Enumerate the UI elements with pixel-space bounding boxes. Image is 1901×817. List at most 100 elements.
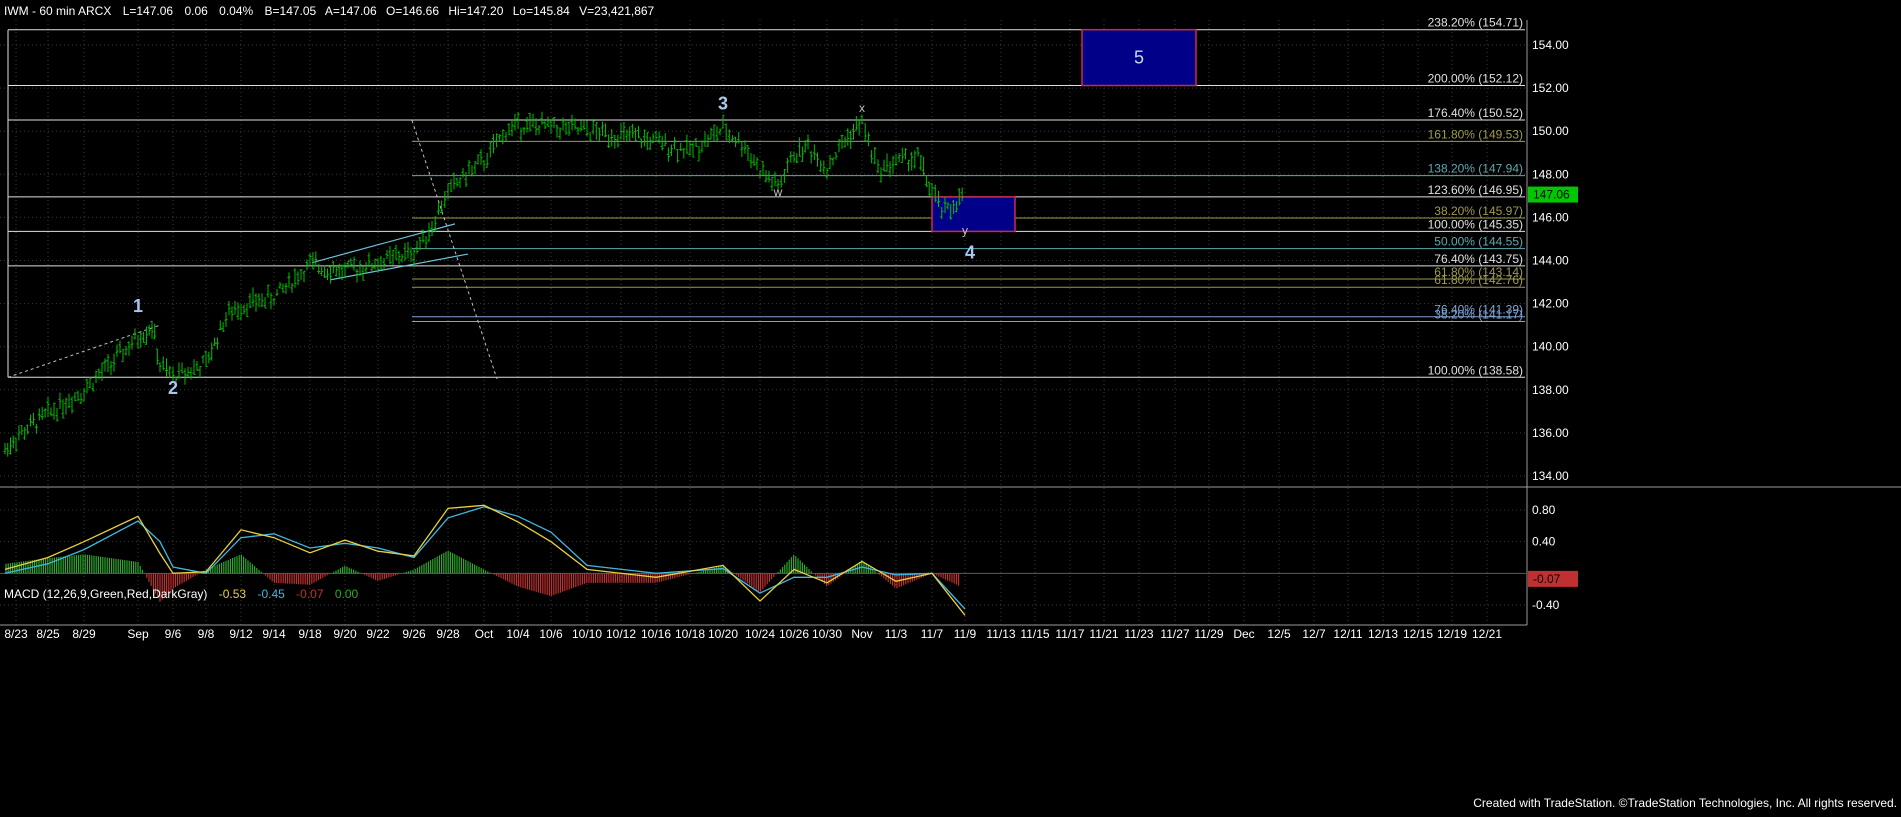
- date-tick-label: 10/6: [539, 627, 563, 641]
- date-tick-label: 11/27: [1160, 627, 1189, 641]
- date-tick-label: 12/21: [1472, 627, 1502, 641]
- header-open-icon: O=: [386, 4, 402, 18]
- date-tick-label: 9/22: [366, 627, 390, 641]
- date-tick-label: 9/12: [229, 627, 253, 641]
- date-tick-label: 12/5: [1267, 627, 1291, 641]
- fib-label: 200.00% (152.12): [1428, 72, 1523, 86]
- fib-label: 76.40% (143.75): [1434, 252, 1523, 266]
- macd-histogram-value: -0.07: [296, 587, 324, 601]
- price-tick-label: 154.00: [1532, 38, 1569, 52]
- date-tick-label: 10/10: [572, 627, 602, 641]
- date-tick-label: 12/11: [1333, 627, 1362, 641]
- date-tick-label: 9/14: [262, 627, 286, 641]
- date-tick-label: Dec: [1233, 627, 1254, 641]
- date-tick-label: 8/29: [72, 627, 96, 641]
- wave-label: x: [859, 101, 865, 115]
- macd-zero-value: 0.00: [335, 587, 359, 601]
- date-tick-label: 9/6: [165, 627, 182, 641]
- date-tick-label: 8/23: [4, 627, 28, 641]
- header-change-pct: 0.04%: [219, 4, 253, 18]
- header-last: L=147.06: [123, 4, 174, 18]
- chart-background: [0, 0, 1901, 812]
- wave-label: w: [773, 185, 783, 199]
- fib-label: 238.20% (154.71): [1428, 16, 1523, 30]
- date-tick-label: 10/24: [745, 627, 775, 641]
- svg-text:IWM - 60 min ARCX L=147.0: IWM - 60 min ARCX L=147.06 0.06 0.04% B=…: [4, 4, 655, 18]
- fib-label: 138.20% (147.94): [1428, 162, 1523, 176]
- fib-label: 38.20% (145.97): [1434, 204, 1523, 218]
- price-tick-label: 148.00: [1532, 167, 1569, 181]
- date-tick-label: Sep: [127, 627, 149, 641]
- header-open: 146.66: [402, 4, 439, 18]
- fib-label: 176.40% (150.52): [1428, 106, 1523, 120]
- date-tick-label: 11/3: [885, 627, 908, 641]
- date-tick-label: Nov: [851, 627, 872, 641]
- wave-label: 2: [168, 378, 178, 398]
- macd-title: MACD (12,26,9,Green,Red,DarkGray): [4, 587, 207, 601]
- date-tick-label: 11/9: [954, 627, 977, 641]
- date-tick-label: Oct: [475, 627, 494, 641]
- wave-label: 4: [965, 242, 975, 262]
- fib-label: 50.00% (144.55): [1434, 235, 1523, 249]
- date-tick-label: 10/16: [641, 627, 671, 641]
- price-tick-label: 152.00: [1532, 81, 1569, 95]
- date-tick-label: 9/28: [436, 627, 460, 641]
- price-tick-label: 146.00: [1532, 210, 1569, 224]
- date-tick-label: 11/21: [1089, 627, 1118, 641]
- date-tick-label: 9/18: [298, 627, 322, 641]
- macd-value: -0.53: [219, 587, 247, 601]
- date-tick-label: 11/7: [921, 627, 944, 641]
- header-ask: A=147.06: [325, 4, 377, 18]
- date-tick-label: 10/26: [779, 627, 809, 641]
- macd-tick-label: 0.80: [1532, 503, 1556, 517]
- date-tick-label: 12/15: [1403, 627, 1433, 641]
- target-box: [931, 196, 1016, 233]
- header-low: Lo=145.84: [513, 4, 570, 18]
- fib-label: 38.20% (141.17): [1434, 307, 1523, 321]
- price-tick-label: 138.00: [1532, 383, 1569, 397]
- header-change: 0.06: [184, 4, 208, 18]
- macd-tick-label: -0.40: [1532, 598, 1560, 612]
- price-tick-label: 136.00: [1532, 426, 1569, 440]
- date-tick-label: 11/29: [1194, 627, 1223, 641]
- date-tick-label: 9/26: [402, 627, 426, 641]
- price-tick-label: 150.00: [1532, 124, 1569, 138]
- wave-label: 3: [718, 94, 728, 114]
- price-tick-label: 134.00: [1532, 469, 1569, 483]
- trading-chart[interactable]: 238.20% (154.71) 200.00% (152.12) 176.40% …: [0, 0, 1901, 812]
- macd-last-label: -0.07: [1533, 572, 1561, 586]
- price-tick-label: 144.00: [1532, 254, 1569, 268]
- date-tick-label: 12/13: [1368, 627, 1398, 641]
- fib-label: 100.00% (145.35): [1428, 217, 1523, 231]
- date-tick-label: 10/18: [675, 627, 705, 641]
- price-tick-label: 140.00: [1532, 340, 1569, 354]
- macd-tick-label: 0.40: [1532, 535, 1556, 549]
- last-price-label: 147.06: [1533, 188, 1570, 202]
- macd-signal-value: -0.45: [257, 587, 285, 601]
- date-tick-label: 10/20: [708, 627, 738, 641]
- date-tick-label: 12/7: [1302, 627, 1326, 641]
- wave-label: 1: [133, 296, 143, 316]
- fib-label: 161.80% (149.53): [1428, 127, 1523, 141]
- date-tick-label: 12/19: [1437, 627, 1467, 641]
- header-symbol: IWM - 60 min ARCX: [4, 4, 111, 18]
- date-tick-label: 11/23: [1124, 627, 1153, 641]
- date-tick-label: 9/8: [198, 627, 215, 641]
- date-tick-label: 10/12: [606, 627, 636, 641]
- target-box-label: 5: [1134, 48, 1144, 68]
- header-bid: B=147.05: [265, 4, 317, 18]
- fib-label: 61.80% (142.76): [1434, 273, 1523, 287]
- header-volume: V=23,421,867: [579, 4, 654, 18]
- wave-label: y: [962, 224, 968, 238]
- chart-canvas[interactable]: 238.20% (154.71)200.00% (152.12)176.40% …: [0, 0, 1901, 812]
- price-tick-label: 142.00: [1532, 297, 1569, 311]
- date-tick-label: 10/30: [812, 627, 842, 641]
- header-high: Hi=147.20: [448, 4, 503, 18]
- credit-text: Created with TradeStation. ©TradeStation…: [1473, 796, 1897, 810]
- date-tick-label: 11/17: [1055, 627, 1084, 641]
- date-tick-label: 9/20: [333, 627, 357, 641]
- date-tick-label: 11/13: [986, 627, 1015, 641]
- svg-text:MACD (12,26,9,Green,Red,DarkGr: MACD (12,26,9,Green,Red,DarkGray) -0.53 …: [4, 587, 359, 601]
- date-tick-label: 8/25: [36, 627, 60, 641]
- fib-label: 123.60% (146.95): [1428, 183, 1523, 197]
